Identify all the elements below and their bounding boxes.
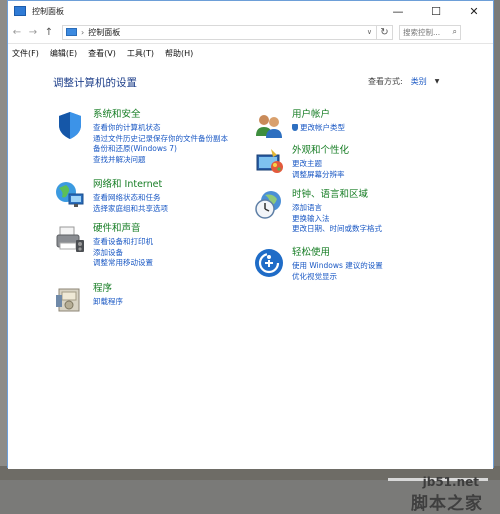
search-icon[interactable]: ⌕ [453, 27, 457, 37]
category-link[interactable]: 更换输入法 [292, 214, 382, 225]
category-link[interactable]: 卸载程序 [93, 297, 123, 308]
category-link[interactable]: 通过文件历史记录保存你的文件备份副本 [93, 134, 228, 145]
category-body: 时钟、语言和区域 添加语言 更换输入法 更改日期、时间或数字格式 [292, 189, 382, 235]
category-appearance: 外观和个性化 更改主题 调整屏幕分辨率 [253, 145, 349, 180]
category-title[interactable]: 程序 [93, 283, 123, 295]
search-input[interactable]: 搜索控制... ⌕ [399, 24, 461, 40]
main-content: 调整计算机的设置 查看方式: 类别 ▼ 系统和安全 查看你的计算机状态 通过文件… [8, 61, 493, 514]
category-link[interactable]: 调整屏幕分辨率 [292, 170, 349, 181]
category-link-text: 更改帐户类型 [300, 123, 345, 132]
watermark-brand: 脚本之家 [411, 494, 483, 514]
category-network-internet: 网络和 Internet 查看网络状态和任务 选择家庭组和共享选项 [54, 179, 168, 214]
address-box[interactable]: › 控制面板 ∨ [62, 24, 377, 40]
category-hardware-sound: 硬件和声音 查看设备和打印机 添加设备 调整常用移动设置 [54, 223, 153, 269]
minimize-button[interactable]: — [379, 1, 417, 21]
category-link[interactable]: 查找并解决问题 [93, 155, 228, 166]
globe-network-icon[interactable] [54, 179, 86, 211]
category-user-accounts: 用户帐户 更改帐户类型 [253, 109, 345, 141]
category-body: 网络和 Internet 查看网络状态和任务 选择家庭组和共享选项 [93, 179, 168, 214]
category-title[interactable]: 用户帐户 [292, 109, 345, 121]
category-programs: 程序 卸载程序 [54, 283, 123, 315]
category-link[interactable]: 使用 Windows 建议的设置 [292, 261, 383, 272]
category-link[interactable]: 查看你的计算机状态 [93, 123, 228, 134]
category-clock-language-region: 时钟、语言和区域 添加语言 更换输入法 更改日期、时间或数字格式 [253, 189, 382, 235]
category-title[interactable]: 系统和安全 [93, 109, 228, 121]
control-panel-icon [66, 28, 77, 36]
chevron-down-icon[interactable]: ∨ [367, 28, 372, 36]
category-link[interactable]: 更改帐户类型 [292, 123, 345, 134]
category-link[interactable]: 更改日期、时间或数字格式 [292, 224, 382, 235]
category-body: 用户帐户 更改帐户类型 [292, 109, 345, 141]
menu-view[interactable]: 查看(V) [88, 48, 116, 59]
shield-icon[interactable] [54, 109, 86, 141]
menu-bar: 文件(F) 编辑(E) 查看(V) 工具(T) 帮助(H) [8, 44, 493, 62]
printer-icon[interactable] [54, 223, 86, 255]
view-by-label: 查看方式: [368, 77, 403, 86]
category-link[interactable]: 查看设备和打印机 [93, 237, 153, 248]
window-controls: — ☐ ✕ [379, 1, 493, 21]
programs-icon[interactable] [54, 283, 86, 315]
category-body: 外观和个性化 更改主题 调整屏幕分辨率 [292, 145, 349, 180]
control-panel-icon [14, 6, 26, 16]
category-body: 硬件和声音 查看设备和打印机 添加设备 调整常用移动设置 [93, 223, 153, 269]
category-link[interactable]: 添加设备 [93, 248, 153, 259]
refresh-button[interactable]: ↻ [377, 24, 393, 40]
category-body: 系统和安全 查看你的计算机状态 通过文件历史记录保存你的文件备份副本 备份和还原… [93, 109, 228, 165]
category-link[interactable]: 添加语言 [292, 203, 382, 214]
view-by-control: 查看方式: 类别 ▼ [368, 76, 439, 87]
category-link[interactable]: 优化视觉显示 [292, 272, 383, 283]
category-ease-of-access: 轻松使用 使用 Windows 建议的设置 优化视觉显示 [253, 247, 383, 282]
category-body: 程序 卸载程序 [93, 283, 123, 315]
category-title[interactable]: 轻松使用 [292, 247, 383, 259]
chevron-right-icon: › [81, 27, 85, 37]
category-link[interactable]: 查看网络状态和任务 [93, 193, 168, 204]
category-link[interactable]: 调整常用移动设置 [93, 258, 153, 269]
menu-help[interactable]: 帮助(H) [165, 48, 193, 59]
dropdown-arrow-icon[interactable]: ▼ [435, 78, 440, 85]
clock-globe-icon[interactable] [253, 189, 285, 221]
category-link[interactable]: 更改主题 [292, 159, 349, 170]
menu-edit[interactable]: 编辑(E) [50, 48, 77, 59]
category-title[interactable]: 时钟、语言和区域 [292, 189, 382, 201]
shield-icon [292, 124, 298, 131]
title-bar: 控制面板 — ☐ ✕ [8, 1, 493, 21]
category-title[interactable]: 网络和 Internet [93, 179, 168, 191]
address-bar: ← → ↑ › 控制面板 ∨ ↻ 搜索控制... ⌕ [8, 21, 493, 44]
category-link[interactable]: 备份和还原(Windows 7) [93, 144, 228, 155]
breadcrumb-control-panel[interactable]: 控制面板 [88, 27, 120, 38]
window-title: 控制面板 [32, 6, 64, 16]
up-arrow-icon[interactable]: ↑ [42, 27, 56, 38]
category-body: 轻松使用 使用 Windows 建议的设置 优化视觉显示 [292, 247, 383, 282]
menu-file[interactable]: 文件(F) [12, 48, 39, 59]
page-title: 调整计算机的设置 [53, 77, 137, 89]
ease-of-access-icon[interactable] [253, 247, 285, 279]
close-button[interactable]: ✕ [455, 1, 493, 21]
category-link[interactable]: 选择家庭组和共享选项 [93, 204, 168, 215]
search-placeholder: 搜索控制... [403, 27, 441, 37]
menu-tools[interactable]: 工具(T) [127, 48, 154, 59]
watermark-site: jb51.net [422, 475, 479, 489]
view-by-dropdown[interactable]: 类别 [411, 76, 427, 87]
maximize-button[interactable]: ☐ [417, 1, 455, 21]
category-title[interactable]: 硬件和声音 [93, 223, 153, 235]
appearance-icon[interactable] [253, 145, 285, 177]
back-arrow-icon[interactable]: ← [10, 27, 24, 38]
category-system-security: 系统和安全 查看你的计算机状态 通过文件历史记录保存你的文件备份副本 备份和还原… [54, 109, 228, 165]
category-title[interactable]: 外观和个性化 [292, 145, 349, 157]
users-icon[interactable] [253, 109, 285, 141]
control-panel-window: 控制面板 — ☐ ✕ ← → ↑ › 控制面板 ∨ ↻ 搜索控制... ⌕ 文件… [7, 0, 494, 514]
forward-arrow-icon[interactable]: → [26, 27, 40, 38]
